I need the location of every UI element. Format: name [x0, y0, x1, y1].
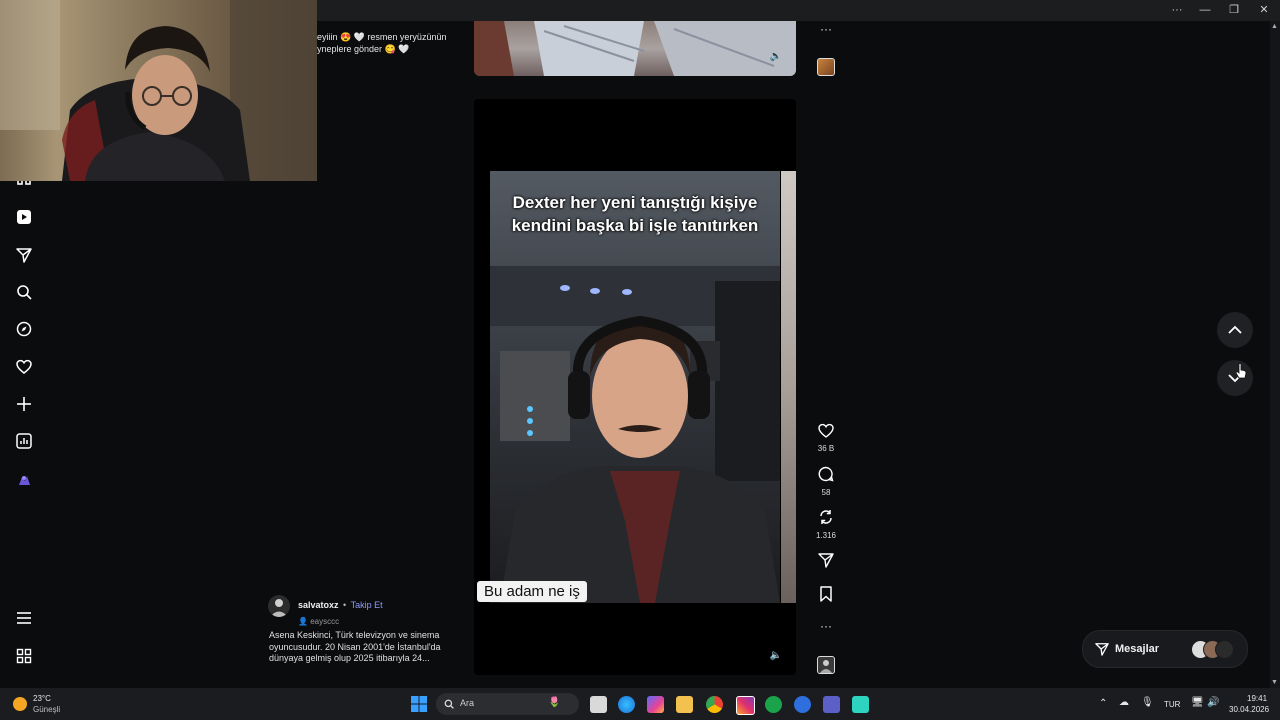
- heart-icon: [818, 423, 834, 438]
- scroll-down-arrow-icon[interactable]: ▼: [1271, 679, 1278, 686]
- close-button[interactable]: ✕: [1250, 2, 1278, 18]
- comment-button[interactable]: 58: [811, 466, 841, 497]
- file-explorer-icon[interactable]: [676, 696, 693, 713]
- reel-video[interactable]: Dexter her yeni tanıştığı kişiye kendini…: [474, 99, 796, 675]
- taskbar: 23°C Güneşli Ara 🌷 ⌃ ☁ 🎙 TUR 🖥 🔊 19:41 3…: [0, 688, 1280, 720]
- send-icon[interactable]: [14, 245, 34, 265]
- caption-line: yneplere gönder 😋 🤍: [317, 44, 410, 54]
- profile-avatar-icon[interactable]: [14, 470, 34, 490]
- avatar: [1215, 640, 1234, 659]
- audio-link[interactable]: 👤 eaysccc: [298, 617, 383, 626]
- clock-date[interactable]: 30.04.2026: [1229, 705, 1269, 714]
- save-button[interactable]: [811, 586, 841, 607]
- messages-label: Mesajlar: [1115, 643, 1160, 655]
- share-button[interactable]: [811, 552, 841, 573]
- separator: •: [342, 600, 347, 610]
- weather-desc: Güneşli: [33, 705, 61, 714]
- previous-post-caption: eyiiin 😍 🤍 resmen yeryüzünün yneplere gö…: [317, 31, 467, 55]
- copilot-icon[interactable]: [647, 696, 664, 713]
- xbox-icon[interactable]: [765, 696, 782, 713]
- person-icon: 👤: [298, 617, 308, 626]
- send-icon: [1095, 643, 1109, 656]
- menu-icon[interactable]: [14, 608, 34, 628]
- more-options-icon[interactable]: ···: [1163, 2, 1191, 18]
- taskbar-search[interactable]: Ara 🌷: [436, 693, 579, 715]
- minimize-button[interactable]: —: [1191, 2, 1219, 18]
- previous-post-thumbnail: [474, 21, 796, 76]
- weather-sun-icon[interactable]: [13, 697, 27, 711]
- chrome-icon[interactable]: [706, 696, 723, 713]
- audio-avatar[interactable]: [817, 58, 835, 76]
- follow-button[interactable]: Takip Et: [351, 600, 383, 610]
- maximize-button[interactable]: ❐: [1220, 2, 1248, 18]
- video-subtitle: Bu adam ne iş: [477, 581, 587, 602]
- repost-button[interactable]: 1.316: [811, 509, 841, 540]
- comment-count: 58: [821, 488, 831, 497]
- more-apps-icon[interactable]: [14, 646, 34, 666]
- next-video-strip: [781, 171, 796, 603]
- previous-reel-button[interactable]: [1217, 312, 1253, 348]
- chevron-up-icon[interactable]: ⌃: [1099, 698, 1107, 709]
- repost-icon: [820, 510, 832, 524]
- task-view-icon[interactable]: [590, 696, 607, 713]
- video-frame: Dexter her yeni tanıştığı kişiye kendini…: [490, 171, 780, 603]
- mouse-cursor-icon: [1235, 363, 1247, 384]
- bookmark-icon: [820, 586, 832, 602]
- explore-icon[interactable]: [14, 319, 34, 339]
- scroll-up-arrow-icon[interactable]: ▲: [1271, 23, 1278, 30]
- clock-time[interactable]: 19:41: [1247, 694, 1267, 703]
- caption-line: eyiiin 😍 🤍 resmen yeryüzünün: [317, 32, 447, 42]
- search-placeholder: Ara: [460, 698, 475, 708]
- previous-post-video[interactable]: 🔈: [474, 21, 796, 76]
- windows-start-icon[interactable]: [411, 696, 427, 712]
- weather-temp[interactable]: 23°C: [33, 694, 51, 703]
- teams-icon[interactable]: [823, 696, 840, 713]
- app-icon[interactable]: [852, 696, 869, 713]
- reels-icon[interactable]: [14, 207, 34, 227]
- volume-icon[interactable]: 🔊: [1207, 697, 1219, 708]
- heart-icon[interactable]: [14, 357, 34, 377]
- webcam-figure: [0, 0, 317, 181]
- author-username[interactable]: salvatoxz: [298, 600, 339, 610]
- ea-app-icon[interactable]: [794, 696, 811, 713]
- post-description[interactable]: Asena Keskinci, Türk televizyon ve sinem…: [269, 630, 459, 665]
- comment-icon: [818, 466, 834, 482]
- more-options-icon[interactable]: ···: [811, 619, 841, 633]
- language-indicator[interactable]: TUR: [1164, 700, 1180, 709]
- mute-icon[interactable]: 🔈: [769, 648, 783, 662]
- scrollbar[interactable]: ▲ ▼: [1270, 21, 1280, 688]
- send-icon: [818, 553, 834, 568]
- search-highlight-icon: 🌷: [548, 697, 561, 708]
- edge-icon[interactable]: [618, 696, 635, 713]
- instagram-icon[interactable]: [736, 696, 755, 715]
- avatar[interactable]: [268, 595, 290, 617]
- webcam-overlay: [0, 0, 317, 181]
- mute-icon[interactable]: 🔈: [769, 49, 783, 63]
- like-button[interactable]: 36 B: [811, 423, 841, 453]
- repost-count: 1.316: [815, 531, 837, 540]
- audio-avatar[interactable]: [817, 656, 835, 674]
- network-icon[interactable]: 🖥: [1191, 697, 1204, 708]
- like-count: 36 B: [817, 444, 835, 453]
- more-options-icon[interactable]: ···: [811, 22, 841, 36]
- microphone-icon[interactable]: 🎙: [1141, 697, 1154, 708]
- chevron-up-icon: [1228, 325, 1242, 334]
- onedrive-cloud-icon[interactable]: ☁: [1119, 697, 1129, 708]
- insights-icon[interactable]: [14, 431, 34, 451]
- search-icon[interactable]: [14, 282, 34, 302]
- search-icon: [444, 699, 454, 709]
- audio-name: eaysccc: [310, 617, 340, 626]
- create-plus-icon[interactable]: [14, 394, 34, 414]
- message-avatars: [1191, 640, 1235, 659]
- messages-button[interactable]: Mesajlar: [1082, 630, 1248, 668]
- video-overlay-text: Dexter her yeni tanıştığı kişiye kendini…: [511, 193, 759, 235]
